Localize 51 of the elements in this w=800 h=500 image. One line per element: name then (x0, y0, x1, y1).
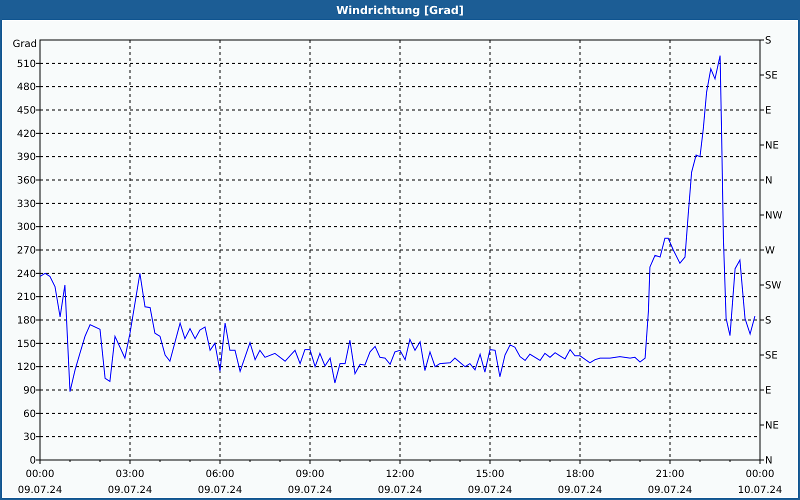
y-axis-label: 210 (16, 292, 36, 304)
y-axis-label: 450 (16, 106, 36, 116)
y-axis-label: 330 (16, 198, 36, 210)
x-axis-time-label: 18:00 (566, 469, 594, 480)
y-axis-label: 90 (23, 386, 36, 396)
y-axis-label: 150 (16, 338, 36, 350)
y-axis-label: 510 (16, 58, 36, 70)
y-axis-label: 420 (16, 128, 36, 140)
y-axis-title: Grad (12, 39, 37, 50)
y-axis-label: 360 (16, 176, 36, 186)
compass-direction-label: N (765, 176, 772, 186)
compass-direction-label: NE (765, 140, 779, 152)
x-axis-time-label: 00:00 (26, 469, 54, 480)
compass-direction-label: E (765, 106, 772, 116)
compass-direction-label: NE (765, 420, 779, 432)
x-axis-time-label: 03:00 (116, 469, 144, 480)
y-axis-label: 480 (16, 82, 36, 94)
x-axis-time-label: 09:00 (296, 469, 324, 480)
y-axis-label: 270 (16, 246, 36, 256)
x-axis-date-label: 09.07.24 (198, 485, 242, 496)
compass-direction-label: S (765, 36, 772, 46)
x-axis-time-label: 15:00 (476, 469, 504, 480)
x-axis-date-label: 10.07.24 (738, 485, 782, 496)
x-axis-time-label: 21:00 (656, 469, 684, 480)
x-axis-date-label: 09.07.24 (378, 485, 422, 496)
x-axis-date-label: 09.07.24 (18, 485, 62, 496)
compass-direction-label: E (765, 386, 772, 396)
y-axis-label: 60 (23, 408, 36, 420)
y-axis-label: 0 (30, 456, 36, 466)
compass-direction-label: S (765, 316, 772, 326)
window-title: Windrichtung [Grad] (2, 0, 798, 20)
x-axis-date-label: 09.07.24 (558, 485, 602, 496)
compass-direction-label: SE (765, 350, 778, 362)
y-axis-label: 240 (16, 268, 36, 280)
y-axis-label: 120 (16, 362, 36, 374)
x-axis-date-label: 09.07.24 (468, 485, 512, 496)
x-axis-time-label: 00:00 (746, 469, 774, 480)
compass-direction-label: SE (765, 70, 778, 82)
compass-direction-label: W (765, 246, 775, 256)
x-axis-date-label: 09.07.24 (288, 485, 332, 496)
x-axis-time-label: 12:00 (386, 469, 414, 480)
x-axis-time-label: 06:00 (206, 469, 234, 480)
y-axis-label: 30 (23, 432, 36, 444)
compass-direction-label: NW (765, 210, 782, 222)
compass-direction-label: SW (765, 280, 782, 292)
y-axis-label: 300 (16, 222, 36, 234)
x-axis-date-label: 09.07.24 (108, 485, 152, 496)
y-axis-label: 390 (16, 152, 36, 164)
compass-direction-label: N (765, 456, 772, 466)
x-axis-date-label: 09.07.24 (648, 485, 692, 496)
y-axis-label: 180 (16, 316, 36, 326)
